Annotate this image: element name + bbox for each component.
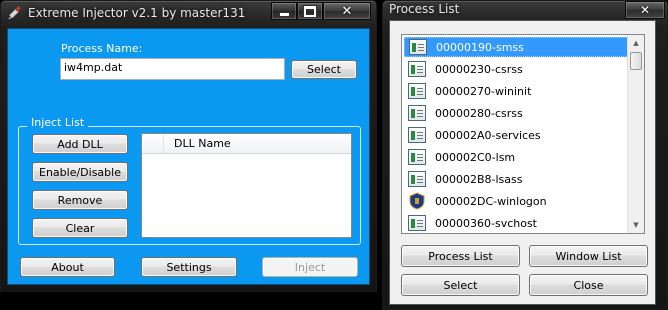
process-select-button[interactable]: Select xyxy=(401,274,520,296)
dll-list[interactable]: DLL Name xyxy=(141,133,352,238)
minimize-button[interactable] xyxy=(271,2,297,20)
scroll-up-icon[interactable]: ▲ xyxy=(628,35,644,51)
maximize-icon xyxy=(304,5,316,17)
process-item-label: 000002A0-services xyxy=(435,128,541,142)
process-listbox[interactable]: 00000190-smss 00000230-csrss 00000270-wini… xyxy=(401,34,645,234)
clear-button[interactable]: Clear xyxy=(32,218,128,238)
process-list-item[interactable]: 000002DC-winlogon xyxy=(404,191,628,211)
process-icon xyxy=(408,215,426,231)
process-list-close-button[interactable]: ✕ xyxy=(625,1,665,19)
process-list-item[interactable]: 00000230-csrss xyxy=(404,59,628,79)
process-icon xyxy=(409,39,427,55)
injector-window: Extreme Injector v2.1 by master131 ✕ Pro… xyxy=(0,0,377,292)
dll-name-column-header[interactable]: DLL Name xyxy=(164,134,351,154)
syringe-icon xyxy=(7,5,23,21)
process-list-scrollbar[interactable]: ▲ ▼ xyxy=(627,35,644,233)
process-name-input[interactable]: iw4mp.dat xyxy=(60,58,285,80)
dll-name-header-label: DLL Name xyxy=(174,137,231,150)
process-icon xyxy=(408,61,426,77)
process-list-item[interactable]: 000002C0-lsm xyxy=(404,147,628,167)
process-list-client: 00000190-smss 00000230-csrss 00000270-wini… xyxy=(389,20,656,305)
process-icon xyxy=(408,83,426,99)
scroll-down-icon[interactable]: ▼ xyxy=(628,217,644,233)
process-list-item[interactable]: 000002B8-lsass xyxy=(404,169,628,189)
close-icon: ✕ xyxy=(639,3,651,17)
injector-client-area: Process Name: iw4mp.dat Select Inject Li… xyxy=(7,28,370,285)
process-list-item[interactable]: 000002A0-services xyxy=(404,125,628,145)
process-icon xyxy=(408,171,426,187)
window-list-button[interactable]: Window List xyxy=(529,245,648,267)
process-item-label: 000002C0-lsm xyxy=(435,150,516,164)
enable-disable-button[interactable]: Enable/Disable xyxy=(32,162,128,182)
process-item-label: 000002B8-lsass xyxy=(435,172,523,186)
process-list-window: Process List ✕ 00000190-smss 00000230-csr… xyxy=(382,0,668,310)
inject-button[interactable]: Inject xyxy=(262,257,358,277)
window-title: Extreme Injector v2.1 by master131 xyxy=(28,6,246,20)
process-list-item[interactable]: 00000280-csrss xyxy=(404,103,628,123)
process-icon xyxy=(408,149,426,165)
process-name-label: Process Name: xyxy=(61,42,143,55)
process-icon xyxy=(408,105,426,121)
process-icon xyxy=(408,127,426,143)
settings-button[interactable]: Settings xyxy=(141,257,237,277)
process-item-label: 00000280-csrss xyxy=(435,106,523,120)
process-list-title: Process List xyxy=(389,2,460,16)
about-button[interactable]: About xyxy=(20,257,115,277)
shield-icon xyxy=(408,192,426,210)
process-item-label: 00000360-svchost xyxy=(435,216,537,230)
process-item-label: 00000270-wininit xyxy=(435,84,532,98)
add-dll-button[interactable]: Add DLL xyxy=(32,134,128,154)
remove-button[interactable]: Remove xyxy=(32,190,128,210)
process-list-button[interactable]: Process List xyxy=(401,245,520,267)
process-list-item[interactable]: 00000360-svchost xyxy=(404,213,628,233)
dll-checkbox-column-header[interactable] xyxy=(142,134,164,154)
process-item-label: 00000190-smss xyxy=(436,40,524,54)
process-item-label: 00000230-csrss xyxy=(435,62,523,76)
process-list-item[interactable]: 00000190-smss xyxy=(404,37,628,57)
select-process-button[interactable]: Select xyxy=(291,60,357,79)
minimize-icon xyxy=(279,12,289,16)
process-close-button[interactable]: Close xyxy=(529,274,648,296)
close-icon: ✕ xyxy=(341,3,353,19)
process-list-item[interactable]: 00000270-wininit xyxy=(404,81,628,101)
inject-list-label: Inject List xyxy=(27,116,89,129)
process-item-label: 000002DC-winlogon xyxy=(435,194,547,208)
maximize-button[interactable] xyxy=(297,2,323,20)
close-button[interactable]: ✕ xyxy=(323,2,371,20)
scroll-thumb[interactable] xyxy=(630,52,642,70)
